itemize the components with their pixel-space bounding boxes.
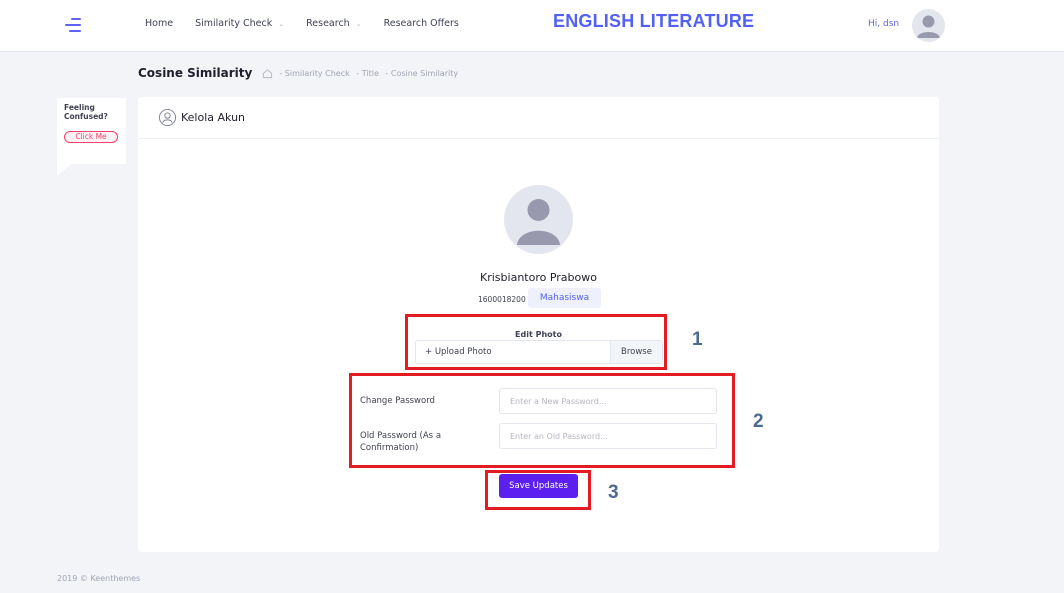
breadcrumb-item[interactable]: - Title bbox=[356, 69, 379, 78]
top-bar: Home Similarity Check ⌄ Research ⌄ Resea… bbox=[0, 0, 1064, 52]
profile-avatar bbox=[504, 185, 573, 254]
user-avatar-icon bbox=[917, 15, 940, 38]
nav-home[interactable]: Home bbox=[145, 18, 173, 29]
nav-home-label: Home bbox=[145, 18, 174, 29]
main-nav: Home Similarity Check ⌄ Research ⌄ Resea… bbox=[145, 18, 481, 29]
user-greeting[interactable]: Hi, dsn bbox=[868, 19, 899, 29]
brand-title: ENGLISH LITERATURE bbox=[553, 11, 755, 31]
annotation-box-3 bbox=[485, 470, 591, 510]
nav-research-offers-label: Research Offers bbox=[383, 18, 459, 29]
breadcrumb-item[interactable]: - Cosine Similarity bbox=[385, 69, 458, 78]
student-id: 1600018200 bbox=[478, 295, 526, 304]
footer-copyright: 2019 © Keenthemes bbox=[57, 574, 141, 583]
annotation-box-2 bbox=[349, 373, 735, 468]
card-title: Kelola Akun bbox=[181, 111, 246, 124]
profile-name: Krisbiantoro Prabowo bbox=[480, 271, 597, 284]
annotation-number-3: 3 bbox=[608, 482, 619, 503]
breadcrumb-item[interactable]: - Similarity Check bbox=[279, 69, 349, 78]
profile-avatar-icon bbox=[517, 199, 560, 245]
nav-research-offers[interactable]: Research Offers bbox=[384, 18, 459, 29]
help-text: Feeling Confused? bbox=[64, 103, 108, 121]
nav-similarity-check-label: Similarity Check bbox=[195, 18, 273, 29]
annotation-box-1 bbox=[405, 314, 667, 370]
breadcrumb: Cosine Similarity - Similarity Check - T… bbox=[138, 66, 462, 80]
help-bubble: Feeling Confused? Click Me bbox=[57, 98, 126, 164]
home-icon[interactable] bbox=[262, 68, 273, 79]
user-circle-icon bbox=[158, 108, 177, 127]
role-badge: Mahasiswa bbox=[528, 288, 601, 308]
nav-research-label: Research bbox=[306, 18, 350, 29]
annotation-number-2: 2 bbox=[753, 411, 764, 432]
nav-similarity-check[interactable]: Similarity Check ⌄ bbox=[195, 18, 284, 29]
user-avatar[interactable] bbox=[912, 9, 945, 42]
annotation-number-1: 1 bbox=[692, 329, 703, 350]
help-bubble-tail bbox=[57, 164, 71, 176]
chevron-down-icon: ⌄ bbox=[278, 19, 285, 28]
click-me-button[interactable]: Click Me bbox=[64, 131, 118, 143]
menu-toggle-icon[interactable] bbox=[65, 17, 81, 33]
chevron-down-icon: ⌄ bbox=[355, 19, 362, 28]
nav-research[interactable]: Research ⌄ bbox=[306, 18, 361, 29]
card-header: Kelola Akun bbox=[138, 97, 939, 139]
breadcrumb-trail: - Similarity Check - Title - Cosine Simi… bbox=[279, 69, 462, 78]
page-title: Cosine Similarity bbox=[138, 66, 253, 80]
